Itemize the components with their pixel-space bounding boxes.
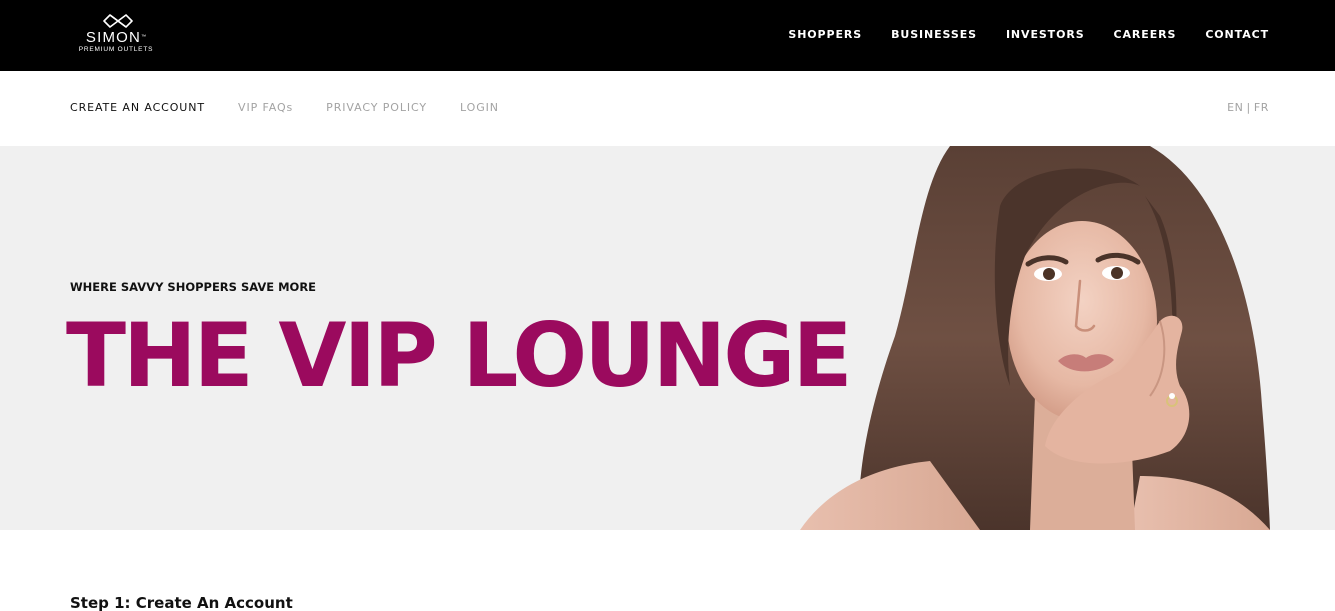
secondary-nav: CREATE AN ACCOUNT VIP FAQs PRIVACY POLIC… — [0, 71, 1335, 146]
link-privacy-policy[interactable]: PRIVACY POLICY — [326, 101, 427, 115]
lang-en[interactable]: EN — [1227, 101, 1243, 114]
language-switcher: EN | FR — [1227, 101, 1269, 115]
lang-separator: | — [1246, 101, 1251, 114]
link-create-account[interactable]: CREATE AN ACCOUNT — [70, 101, 205, 115]
vip-links: CREATE AN ACCOUNT VIP FAQs PRIVACY POLIC… — [70, 101, 532, 115]
hero-banner: WHERE SAVVY SHOPPERS SAVE MORE THE VIP L… — [0, 146, 1335, 530]
link-vip-faqs[interactable]: VIP FAQs — [238, 101, 293, 115]
nav-contact[interactable]: CONTACT — [1205, 28, 1269, 42]
link-login[interactable]: LOGIN — [460, 101, 499, 115]
nav-businesses[interactable]: BUSINESSES — [891, 28, 977, 42]
nav-investors[interactable]: INVESTORS — [1006, 28, 1085, 42]
nav-careers[interactable]: CAREERS — [1114, 28, 1177, 42]
hero-portrait-image — [800, 146, 1270, 530]
lang-fr[interactable]: FR — [1254, 101, 1269, 114]
logo-tagline: PREMIUM OUTLETS — [78, 46, 154, 53]
simon-logo-mark-icon — [103, 14, 133, 28]
logo-wordmark: SIMON™ — [85, 29, 147, 46]
site-header: SIMON™ PREMIUM OUTLETS SHOPPERS BUSINESS… — [0, 0, 1335, 71]
hero-title: THE VIP LOUNGE — [66, 304, 853, 407]
nav-shoppers[interactable]: SHOPPERS — [788, 28, 862, 42]
hero-eyebrow: WHERE SAVVY SHOPPERS SAVE MORE — [70, 280, 317, 294]
step-title: Step 1: Create An Account — [70, 594, 293, 611]
simon-logo[interactable]: SIMON™ PREMIUM OUTLETS — [70, 13, 166, 57]
main-nav: SHOPPERS BUSINESSES INVESTORS CAREERS CO… — [759, 28, 1269, 42]
